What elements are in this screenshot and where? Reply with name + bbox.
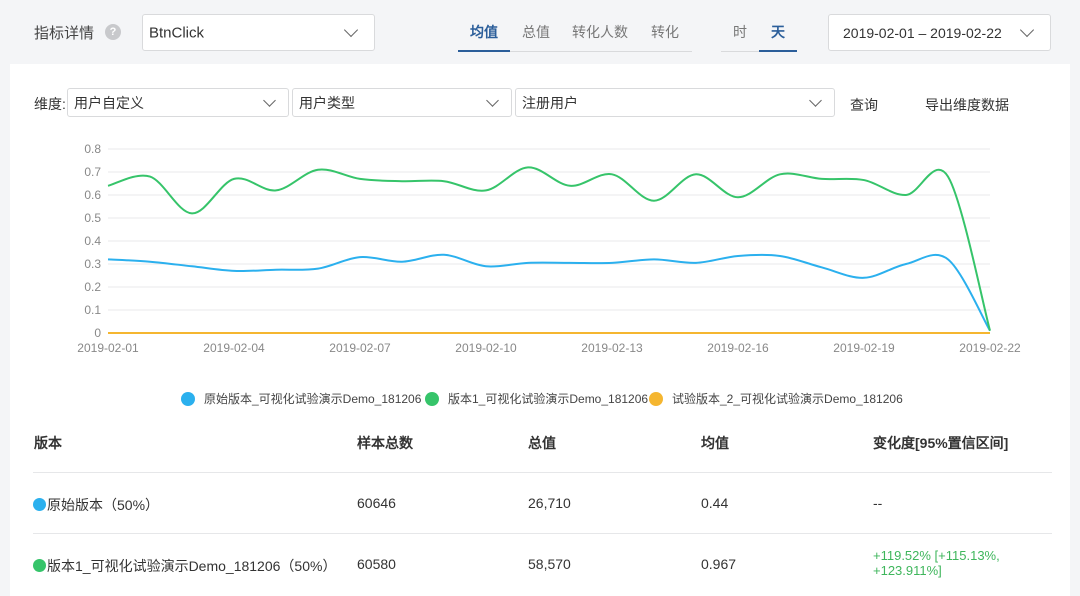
header-version: 版本 xyxy=(34,435,62,451)
x-tick-label: 2019-02-10 xyxy=(455,341,517,355)
legend-dot xyxy=(181,391,195,406)
tab-hour[interactable]: 时 xyxy=(721,14,759,52)
y-tick-label: 0.8 xyxy=(84,142,101,156)
top-toolbar: 指标详情 ? BtnClick 均值 总值 转化人数 转化 时 天 2019-0… xyxy=(0,0,1080,64)
question-icon[interactable]: ? xyxy=(105,24,121,40)
x-tick-label: 2019-02-04 xyxy=(203,341,265,355)
tab-conversion[interactable]: 转化 xyxy=(638,14,692,52)
chevron-down-icon xyxy=(809,94,822,107)
dimension-select-registered[interactable]: 注册用户 xyxy=(515,88,835,117)
legend-item[interactable]: 试验版本_2_可视化试验演示Demo_181206 xyxy=(649,390,903,407)
y-tick-label: 0.7 xyxy=(84,165,101,179)
header-total: 总值 xyxy=(528,435,556,451)
divider xyxy=(33,533,1052,534)
legend-item[interactable]: 原始版本_可视化试验演示Demo_181206 xyxy=(181,390,421,407)
tab-total[interactable]: 总值 xyxy=(510,14,562,52)
tab-mean[interactable]: 均值 xyxy=(458,14,510,52)
y-tick-label: 0.3 xyxy=(84,257,101,271)
x-tick-label: 2019-02-16 xyxy=(707,341,769,355)
header-mean: 均值 xyxy=(701,435,729,451)
total-cell: 58,570 xyxy=(528,556,571,572)
chart-legend: 原始版本_可视化试验演示Demo_181206 版本1_可视化试验演示Demo_1… xyxy=(0,390,1080,410)
version-name: 版本1_可视化试验演示Demo_181206（50%） xyxy=(47,558,337,574)
x-tick-label: 2019-02-22 xyxy=(959,341,1021,355)
y-tick-label: 0.4 xyxy=(84,234,101,248)
export-dimension-button[interactable]: 导出维度数据 xyxy=(925,95,1009,115)
chevron-down-icon xyxy=(343,22,359,38)
chevron-down-icon xyxy=(1019,22,1035,38)
y-tick-label: 0.1 xyxy=(84,303,101,317)
y-tick-label: 0.5 xyxy=(84,211,101,225)
dimension-select-custom[interactable]: 用户自定义 xyxy=(67,88,289,117)
x-tick-label: 2019-02-13 xyxy=(581,341,643,355)
legend-label: 原始版本_可视化试验演示Demo_181206 xyxy=(204,392,422,406)
dimension-select-user-type[interactable]: 用户类型 xyxy=(292,88,512,117)
metric-detail-label: 指标详情 xyxy=(34,25,95,42)
y-tick-label: 0 xyxy=(94,326,101,340)
tab-day[interactable]: 天 xyxy=(759,14,797,52)
dimension-select-value: 注册用户 xyxy=(522,94,578,111)
samples-cell: 60646 xyxy=(357,495,396,511)
chevron-down-icon xyxy=(263,94,276,107)
y-tick-label: 0.2 xyxy=(84,280,101,294)
legend-dot xyxy=(649,391,663,406)
line-chart: 0 0.1 0.2 0.3 0.4 0.5 0.6 0.7 0.8 2019-02-01 2019-… xyxy=(77,142,1021,355)
version-cell: 原始版本（50%） xyxy=(33,495,159,515)
total-cell: 26,710 xyxy=(528,495,571,511)
series-line xyxy=(107,166,991,331)
change-cell: +119.52% [+115.13%, +123.911%] xyxy=(873,548,1000,578)
x-tick-label: 2019-02-19 xyxy=(833,341,895,355)
version-cell: 版本1_可视化试验演示Demo_181206（50%） xyxy=(33,556,336,576)
dimension-label: 维度: xyxy=(34,96,66,112)
query-button[interactable]: 查询 xyxy=(850,95,878,115)
change-cell: -- xyxy=(873,495,883,511)
legend-label: 试验版本_2_可视化试验演示Demo_181206 xyxy=(672,392,903,406)
dimension-select-value: 用户自定义 xyxy=(74,94,144,111)
mean-cell: 0.44 xyxy=(701,495,729,511)
date-range-value: 2019-02-01 – 2019-02-22 xyxy=(843,24,1002,41)
series-dot xyxy=(33,559,46,572)
header-samples: 样本总数 xyxy=(357,435,413,451)
tab-converted-users[interactable]: 转化人数 xyxy=(562,14,638,52)
legend-dot xyxy=(425,391,439,406)
samples-cell: 60580 xyxy=(357,556,396,572)
date-range-select[interactable]: 2019-02-01 – 2019-02-22 xyxy=(828,14,1051,51)
x-tick-label: 2019-02-07 xyxy=(329,341,391,355)
legend-item[interactable]: 版本1_可视化试验演示Demo_181206 xyxy=(425,390,648,407)
metric-select[interactable]: BtnClick xyxy=(142,14,375,51)
version-name: 原始版本（50%） xyxy=(47,497,160,513)
chevron-down-icon xyxy=(486,94,499,107)
legend-label: 版本1_可视化试验演示Demo_181206 xyxy=(448,392,649,406)
divider xyxy=(33,472,1052,473)
dimension-select-value: 用户类型 xyxy=(299,94,355,111)
series-dot xyxy=(33,498,46,511)
y-tick-label: 0.6 xyxy=(84,188,101,202)
header-change: 变化度[95%置信区间] xyxy=(873,435,1009,451)
x-tick-label: 2019-02-01 xyxy=(77,341,139,355)
mean-cell: 0.967 xyxy=(701,556,737,572)
series-line xyxy=(107,253,991,332)
metric-select-value: BtnClick xyxy=(149,24,205,41)
